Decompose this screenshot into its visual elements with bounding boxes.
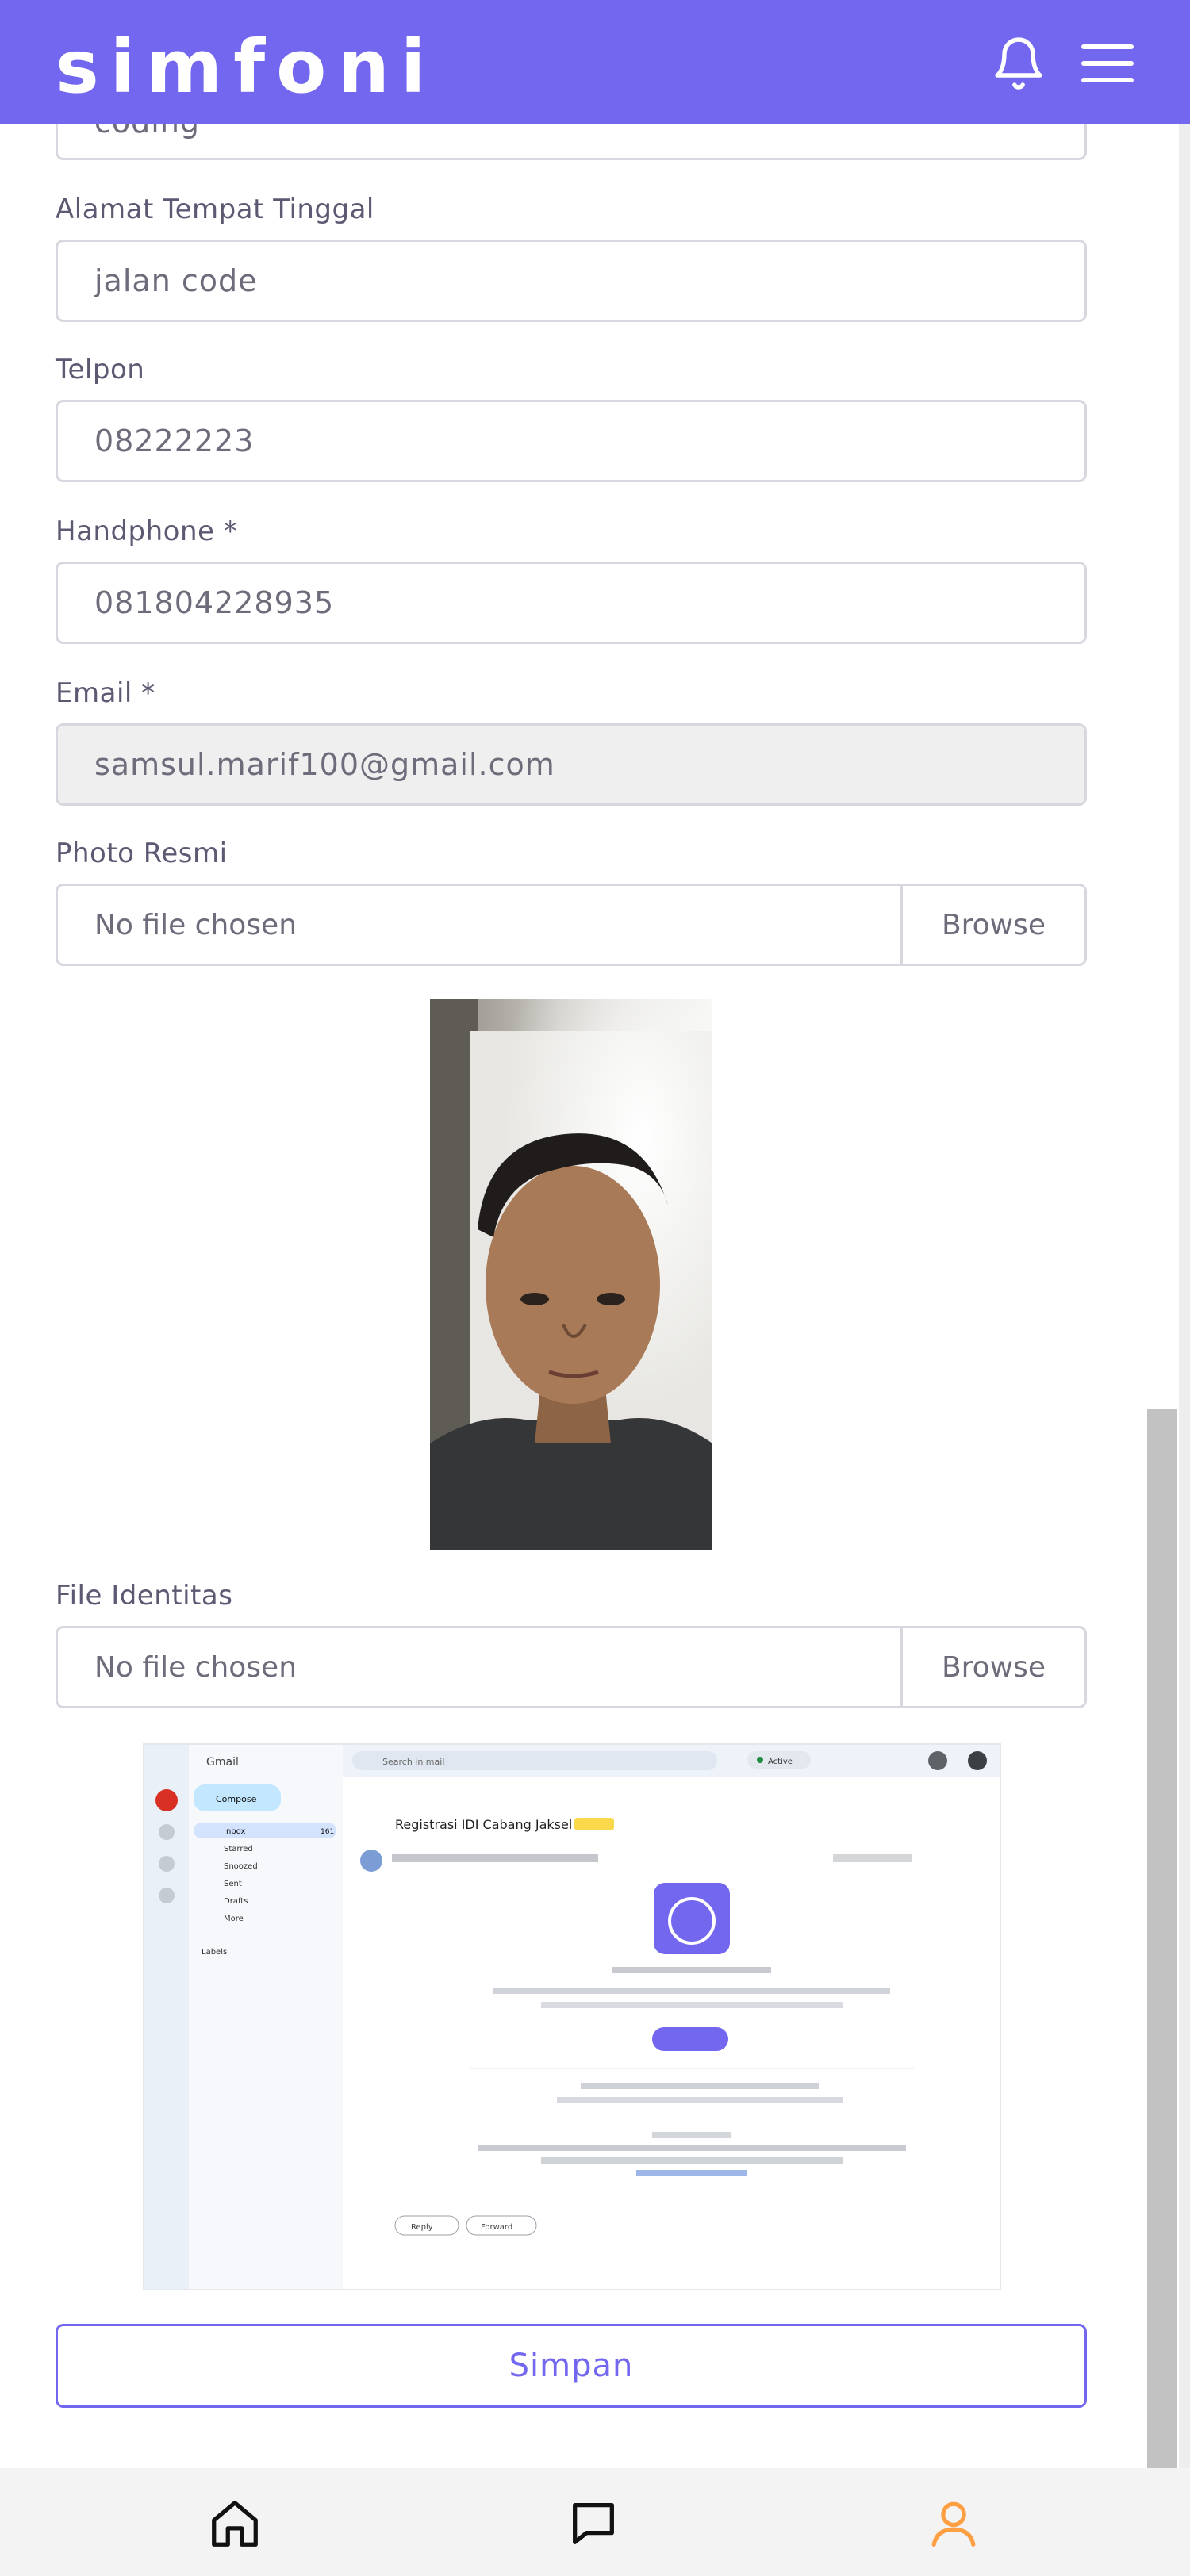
save-button[interactable]: Simpan xyxy=(56,2324,1087,2408)
handphone-input[interactable]: 081804228935 xyxy=(56,562,1087,644)
identity-preview: Gmail Compose Inbox 161 Starred Snoozed … xyxy=(143,1743,1001,2290)
svg-text:Gmail: Gmail xyxy=(206,1756,239,1769)
svg-text:Snoozed: Snoozed xyxy=(224,1862,258,1871)
user-icon xyxy=(931,2501,976,2547)
identity-label: File Identitas xyxy=(56,1580,233,1612)
photo-preview xyxy=(430,999,712,1550)
svg-text:Sent: Sent xyxy=(224,1880,242,1888)
svg-text:simfoni: simfoni xyxy=(56,25,428,102)
identity-file-text: No file chosen xyxy=(94,1650,298,1684)
phone-input[interactable]: 08222223 xyxy=(56,400,1087,482)
svg-text:Search in mail: Search in mail xyxy=(382,1757,444,1767)
phone-label: Telpon xyxy=(56,354,145,385)
nav-home-button[interactable] xyxy=(195,2484,274,2563)
handphone-label: Handphone * xyxy=(56,516,238,547)
svg-text:Active: Active xyxy=(768,1758,793,1766)
photo-label: Photo Resmi xyxy=(56,838,228,869)
page: simfoni coding Alamat Tempat Tinggal jal… xyxy=(0,0,1190,2576)
hamburger-menu-icon[interactable] xyxy=(1079,40,1136,87)
svg-text:Inbox: Inbox xyxy=(224,1827,245,1836)
svg-text:Drafts: Drafts xyxy=(224,1897,248,1906)
svg-text:Reply: Reply xyxy=(411,2223,433,2232)
svg-text:Labels: Labels xyxy=(202,1948,227,1957)
svg-text:Registrasi IDI Cabang Jaksel: Registrasi IDI Cabang Jaksel xyxy=(395,1817,572,1832)
svg-text:More: More xyxy=(224,1915,244,1923)
svg-text:Starred: Starred xyxy=(224,1845,253,1853)
svg-text:161: 161 xyxy=(321,1828,334,1836)
photo-file-input[interactable]: No file chosen Browse xyxy=(56,884,1087,966)
nav-chat-button[interactable] xyxy=(554,2484,633,2563)
previous-field[interactable]: coding xyxy=(56,124,1087,160)
chat-icon xyxy=(573,2503,614,2544)
address-input[interactable]: jalan code xyxy=(56,240,1087,322)
bell-icon[interactable] xyxy=(990,35,1047,92)
identity-file-input[interactable]: No file chosen Browse xyxy=(56,1626,1087,1708)
svg-text:Compose: Compose xyxy=(216,1794,257,1804)
svg-text:Forward: Forward xyxy=(481,2223,512,2232)
app-header: simfoni xyxy=(0,0,1190,124)
email-label: Email * xyxy=(56,677,155,709)
photo-browse-button[interactable]: Browse xyxy=(900,886,1084,964)
email-input: samsul.marif100@gmail.com xyxy=(56,723,1087,806)
identity-browse-button[interactable]: Browse xyxy=(900,1628,1084,1706)
photo-file-text: No file chosen xyxy=(94,908,298,941)
bottom-navigation xyxy=(0,2468,1190,2576)
page-edge xyxy=(1179,124,1190,2468)
nav-profile-button[interactable] xyxy=(914,2484,993,2563)
scrollbar-thumb[interactable] xyxy=(1147,1409,1177,2468)
brand-logo[interactable]: simfoni xyxy=(56,22,428,102)
home-icon xyxy=(212,2501,258,2547)
address-label: Alamat Tempat Tinggal xyxy=(56,194,374,225)
